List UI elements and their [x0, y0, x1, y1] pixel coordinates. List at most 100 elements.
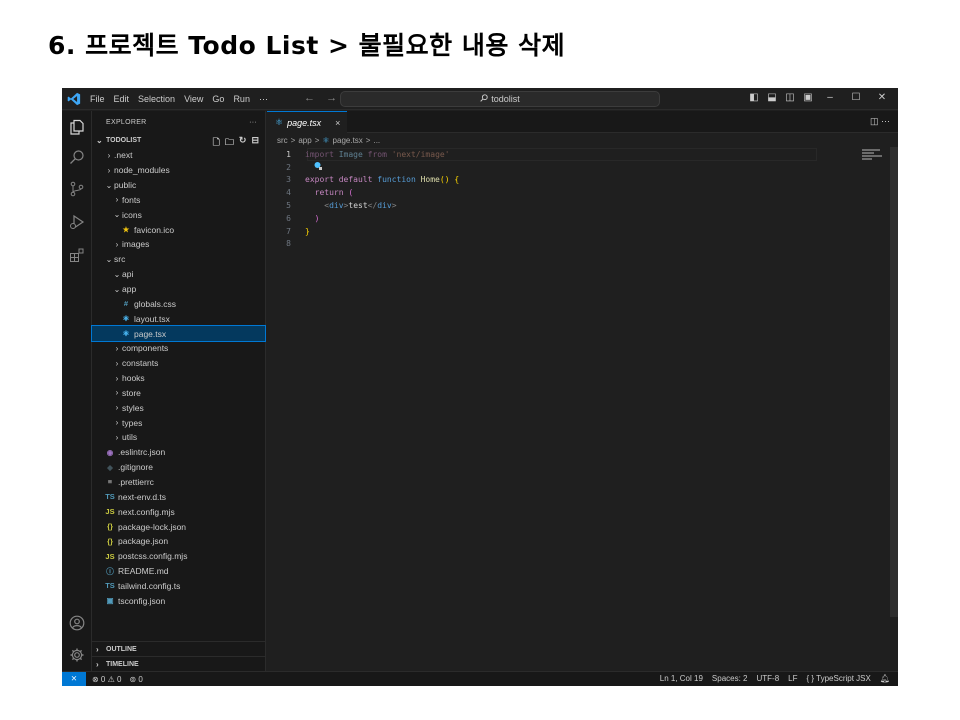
tree-folder[interactable]: › fonts — [92, 193, 265, 208]
code-token: </ — [367, 201, 378, 211]
toggle-panel-icon[interactable]: ⬓ — [764, 92, 780, 103]
file-type-icon: {} — [107, 522, 113, 532]
tree-file[interactable]: ⚛ layout.tsx — [92, 311, 265, 326]
tree-item-label: hooks — [122, 373, 145, 384]
tree-folder[interactable]: › images — [92, 237, 265, 252]
code-token: return — [305, 188, 349, 198]
cursor-position[interactable]: Ln 1, Col 19 — [660, 674, 703, 683]
code-text: export default function Home() { — [299, 175, 459, 184]
more-actions-icon[interactable]: ⋯ — [881, 116, 890, 126]
tree-file[interactable]: ◆ .gitignore — [92, 460, 265, 475]
tree-folder[interactable]: › types — [92, 415, 265, 430]
menu-go[interactable]: Go — [212, 94, 224, 105]
tree-file[interactable]: # globals.css — [92, 296, 265, 311]
tree-file[interactable]: TS tailwind.config.ts — [92, 578, 265, 593]
code-editor[interactable]: 1 import Image from 'next/image' 2 3 export … — [267, 148, 887, 250]
breadcrumb-app[interactable]: app — [298, 136, 311, 145]
tree-folder[interactable]: › .next — [92, 148, 265, 163]
split-editor-icon[interactable]: ◫ — [870, 116, 879, 126]
close-icon[interactable]: ✕ — [870, 92, 894, 103]
run-debug-icon[interactable] — [69, 214, 85, 230]
explorer-title: EXPLORER — [106, 118, 147, 126]
language-mode[interactable]: { } TypeScript JSX — [807, 674, 871, 683]
tree-file[interactable]: TS next-env.d.ts — [92, 489, 265, 504]
breadcrumb-separator: > — [365, 135, 371, 145]
code-token: import — [305, 149, 339, 159]
tree-file[interactable]: ⓘ README.md — [92, 564, 265, 579]
file-type-icon: ⚛ — [122, 314, 130, 324]
code-token: Image — [338, 149, 368, 159]
chevron-right-icon: › — [115, 195, 119, 205]
ports-count[interactable]: ⊚ 0 — [129, 675, 142, 684]
tab-page-tsx[interactable]: ⚛ page.tsx × — [267, 111, 347, 133]
remote-indicator-icon[interactable]: ⨯ — [62, 671, 86, 686]
notifications-bell-icon[interactable]: 🔔︎ — [880, 674, 890, 683]
tree-folder[interactable]: ⌄ api — [92, 267, 265, 282]
tree-folder[interactable]: › utils — [92, 430, 265, 445]
minimize-icon[interactable]: – — [818, 92, 842, 103]
timeline-section[interactable]: › TIMELINE — [92, 656, 266, 671]
explorer-icon[interactable] — [69, 119, 85, 135]
tree-file[interactable]: ★ favicon.ico — [92, 222, 265, 237]
tree-folder[interactable]: ⌄ src — [92, 252, 265, 267]
outline-section[interactable]: › OUTLINE — [92, 641, 266, 656]
end-of-line[interactable]: LF — [788, 674, 797, 683]
code-text: } — [299, 227, 310, 236]
settings-gear-icon[interactable] — [69, 647, 85, 663]
tree-folder[interactable]: › node_modules — [92, 163, 265, 178]
lightbulb-icon[interactable] — [313, 161, 323, 171]
command-center-search[interactable]: todolist — [340, 91, 660, 107]
customize-layout-icon[interactable]: ▣ — [800, 92, 816, 103]
search-icon[interactable] — [69, 149, 85, 165]
breadcrumb-src[interactable]: src — [277, 136, 288, 145]
account-icon[interactable] — [69, 615, 85, 631]
code-text: import Image from 'next/image' — [299, 150, 450, 159]
tree-file[interactable]: {} package.json — [92, 534, 265, 549]
menu-edit[interactable]: Edit — [114, 94, 130, 105]
maximize-icon[interactable]: ☐ — [844, 92, 868, 103]
toggle-primary-sidebar-icon[interactable]: ◧ — [746, 92, 762, 103]
code-token: () — [439, 175, 455, 185]
more-actions-icon[interactable]: ··· — [249, 119, 257, 126]
problems-count[interactable]: ⊗ 0 ⚠ 0 — [92, 675, 121, 684]
tree-file[interactable]: JS postcss.config.mjs — [92, 549, 265, 564]
tree-folder[interactable]: ⌄ app — [92, 282, 265, 297]
chevron-right-icon: › — [96, 644, 99, 654]
tree-folder[interactable]: › hooks — [92, 371, 265, 386]
menu-file[interactable]: File — [90, 94, 105, 105]
tree-file[interactable]: ◉ .eslintrc.json — [92, 445, 265, 460]
menu-run[interactable]: Run — [233, 94, 250, 105]
toggle-secondary-sidebar-icon[interactable]: ◫ — [782, 92, 798, 103]
chevron-right-icon: › — [115, 388, 119, 398]
file-type-icon: TS — [105, 492, 115, 502]
chevron-right-icon: › — [115, 373, 119, 383]
tree-file[interactable]: ≡ .prettierrc — [92, 475, 265, 490]
minimap[interactable] — [862, 149, 886, 161]
indentation[interactable]: Spaces: 2 — [712, 674, 748, 683]
tree-folder[interactable]: › styles — [92, 400, 265, 415]
tree-file[interactable]: JS next.config.mjs — [92, 504, 265, 519]
project-header[interactable]: ⌄ TODOLIST 🗋 🗀 ↻ ⊟ — [92, 133, 265, 148]
code-token: 'next/image' — [391, 149, 450, 159]
menu-view[interactable]: View — [184, 94, 203, 105]
tree-folder[interactable]: ⌄ icons — [92, 207, 265, 222]
back-arrow-icon[interactable]: ← — [304, 92, 315, 104]
encoding[interactable]: UTF-8 — [756, 674, 779, 683]
breadcrumb-file[interactable]: page.tsx — [333, 136, 363, 145]
vertical-scrollbar[interactable] — [890, 147, 898, 617]
close-tab-icon[interactable]: × — [335, 118, 340, 128]
tree-file[interactable]: ▣ tsconfig.json — [92, 593, 265, 608]
tree-folder[interactable]: › constants — [92, 356, 265, 371]
tree-file[interactable]: ⚛ page.tsx — [91, 325, 266, 342]
tree-folder[interactable]: ⌄ public — [92, 178, 265, 193]
forward-arrow-icon[interactable]: → — [326, 92, 337, 104]
tree-folder[interactable]: › components — [92, 341, 265, 356]
menu-more[interactable]: ⋯ — [259, 94, 268, 105]
tree-file[interactable]: {} package-lock.json — [92, 519, 265, 534]
chevron-down-icon: ⌄ — [105, 180, 113, 190]
source-control-icon[interactable] — [69, 181, 85, 197]
tree-folder[interactable]: › store — [92, 386, 265, 401]
extensions-icon[interactable] — [69, 247, 85, 263]
menu-selection[interactable]: Selection — [138, 94, 175, 105]
breadcrumb-symbol[interactable]: ... — [373, 136, 380, 145]
